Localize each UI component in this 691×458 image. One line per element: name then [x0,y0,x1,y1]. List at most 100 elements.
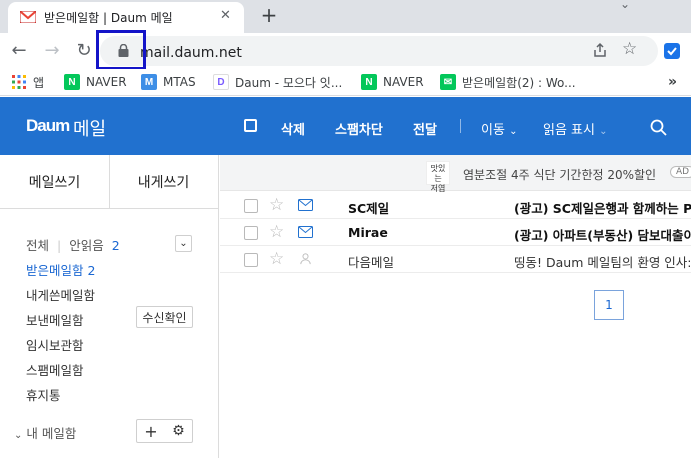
bookmark-label: NAVER [86,75,127,89]
bookmarks-overflow-icon[interactable]: » [668,73,677,91]
mail-sender[interactable]: 다음메일 [348,252,394,271]
folder-label: 임시보관함 [26,338,84,353]
unread-count: 2 [111,238,120,253]
folder-trash[interactable]: 휴지통 [26,385,61,404]
person-icon [300,253,311,265]
url-text[interactable]: mail.daum.net [140,45,242,61]
new-tab-button[interactable]: + [258,3,280,27]
chevron-down-icon: ⌄ [599,126,608,137]
add-folder-button[interactable]: + [144,422,157,441]
bookmark-naver-2[interactable]: N NAVER [361,73,424,91]
star-icon[interactable]: ☆ [269,222,284,242]
folder-count: 2 [87,263,96,278]
forward-button[interactable]: 전달 [413,119,437,138]
bookmark-mtas[interactable]: M MTAS [141,73,196,91]
mail-subject[interactable]: (광고) 아파트(부동산) 담보대출이 [514,225,691,244]
mail-row[interactable]: ☆ SC제일 (광고) SC제일은행과 함께하는 P [220,192,691,219]
folder-label: 휴지통 [26,388,61,403]
filter-all[interactable]: 전체 [26,238,49,253]
folder-sent[interactable]: 보낸메일함 [26,310,84,329]
reload-icon[interactable]: ↻ [73,40,95,61]
chevron-down-icon: ⌄ [509,126,518,137]
mail-checkbox[interactable] [244,199,258,213]
folder-drafts[interactable]: 임시보관함 [26,335,84,354]
page-button-current[interactable]: 1 [594,290,624,320]
bookmarks-bar: 앱 N NAVER M MTAS D Daum - 모으다 잇... N NAV… [0,69,691,96]
search-icon[interactable] [650,119,667,136]
move-button[interactable]: 이동 ⌄ [481,119,517,138]
ad-banner[interactable]: 맛있는 저염 염분조절 4주 식단 기간한정 20%할인 AD [220,155,691,193]
filter-unread[interactable]: 안읽음 [69,238,104,253]
my-folders-label: 내 메일함 [26,426,77,441]
write-mail-button[interactable]: 메일쓰기 [0,155,109,209]
bookmark-label: 받은메일함(2) : Wo... [462,75,576,90]
mail-checkbox[interactable] [244,253,258,267]
mtas-icon: M [141,74,157,90]
bookmark-daum-mail[interactable]: ✉ 받은메일함(2) : Wo... [440,73,576,91]
mail-subject[interactable]: (광고) SC제일은행과 함께하는 P [514,198,691,217]
mail-sender[interactable]: SC제일 [348,198,389,217]
share-icon[interactable] [592,42,608,58]
tab-close-icon[interactable]: ✕ [220,8,231,23]
bookmark-apps[interactable]: 앱 [11,73,44,91]
filter-row: 전체 | 안읽음 2 [26,235,120,254]
address-bar[interactable]: mail.daum.net [100,36,658,66]
tab-title: 받은메일함 | Daum 메일 [44,11,173,25]
mail-list-area: 맛있는 저염 염분조절 4주 식단 기간한정 20%할인 AD ☆ SC제일 (… [220,155,691,458]
header-divider [460,119,461,133]
highlight-box [96,30,146,70]
bookmark-star-icon[interactable]: ☆ [622,39,637,59]
forward-arrow-icon[interactable]: → [41,40,63,61]
mail-icon: ✉ [440,74,456,90]
gmail-icon [20,11,36,23]
ad-text[interactable]: 염분조절 4주 식단 기간한정 20%할인 [463,166,656,183]
ad-logo-line: 맛있는 [430,164,446,183]
unread-envelope-icon[interactable] [298,226,313,238]
mail-header: Daum 메일 삭제 스팸차단 전달 이동 ⌄ 읽음 표시 ⌄ [0,97,691,155]
chevron-down-icon: ⌄ [14,430,23,441]
bookmark-label: 앱 [33,75,45,90]
my-folders-toggle[interactable]: ⌄ 내 메일함 [14,423,76,442]
naver-icon: N [361,74,377,90]
star-icon[interactable]: ☆ [269,249,284,269]
folder-tools: + ⚙ [136,419,193,443]
mail-logo-text[interactable]: 메일 [73,115,106,141]
folder-spam[interactable]: 스팸메일함 [26,360,84,379]
mail-sender[interactable]: Mirae [348,225,388,240]
bookmark-naver-1[interactable]: N NAVER [64,73,127,91]
mail-row[interactable]: ☆ 다음메일 띵동! Daum 메일팀의 환영 인사: [220,246,691,273]
bookmark-label: MTAS [163,75,196,89]
folder-to-self[interactable]: 내게쓴메일함 [26,285,95,304]
tab-search-chevron-icon[interactable]: ⌄ [620,0,630,11]
star-icon[interactable]: ☆ [269,195,284,215]
bookmark-label: Daum - 모으다 잇... [235,75,343,90]
naver-icon: N [64,74,80,90]
extension-check-icon[interactable] [664,43,680,59]
back-arrow-icon[interactable]: ← [8,40,30,61]
folder-label: 받은메일함 [26,263,84,278]
gear-icon[interactable]: ⚙ [172,423,185,439]
folder-toggle-button[interactable]: ⌄ [175,235,192,252]
select-all-checkbox[interactable] [244,119,257,132]
write-to-self-button[interactable]: 내게쓰기 [109,155,218,209]
bookmark-daum[interactable]: D Daum - 모으다 잇... [213,73,342,91]
mail-row[interactable]: ☆ Mirae (광고) 아파트(부동산) 담보대출이 [220,219,691,246]
apps-grid-icon [12,75,26,89]
folder-label: 내게쓴메일함 [26,288,96,303]
mark-read-button[interactable]: 읽음 표시 ⌄ [543,119,608,138]
daum-logo[interactable]: Daum [26,116,70,136]
mark-read-label: 읽음 표시 [543,123,595,138]
read-receipt-button[interactable]: 수신확인 [136,306,193,328]
mail-checkbox[interactable] [244,226,258,240]
filter-divider: | [57,238,62,253]
compose-row: 메일쓰기 내게쓰기 [0,155,218,209]
bookmark-label: NAVER [383,75,424,89]
delete-button[interactable]: 삭제 [281,119,305,138]
spam-block-button[interactable]: 스팸차단 [335,119,383,138]
folder-label: 스팸메일함 [26,363,84,378]
browser-tab[interactable]: 받은메일함 | Daum 메일 ✕ [8,2,244,33]
mail-subject[interactable]: 띵동! Daum 메일팀의 환영 인사: [514,252,691,271]
browser-tab-strip: 받은메일함 | Daum 메일 ✕ + ⌄ [0,0,691,33]
folder-inbox[interactable]: 받은메일함 2 [26,260,95,279]
unread-envelope-icon[interactable] [298,199,313,211]
